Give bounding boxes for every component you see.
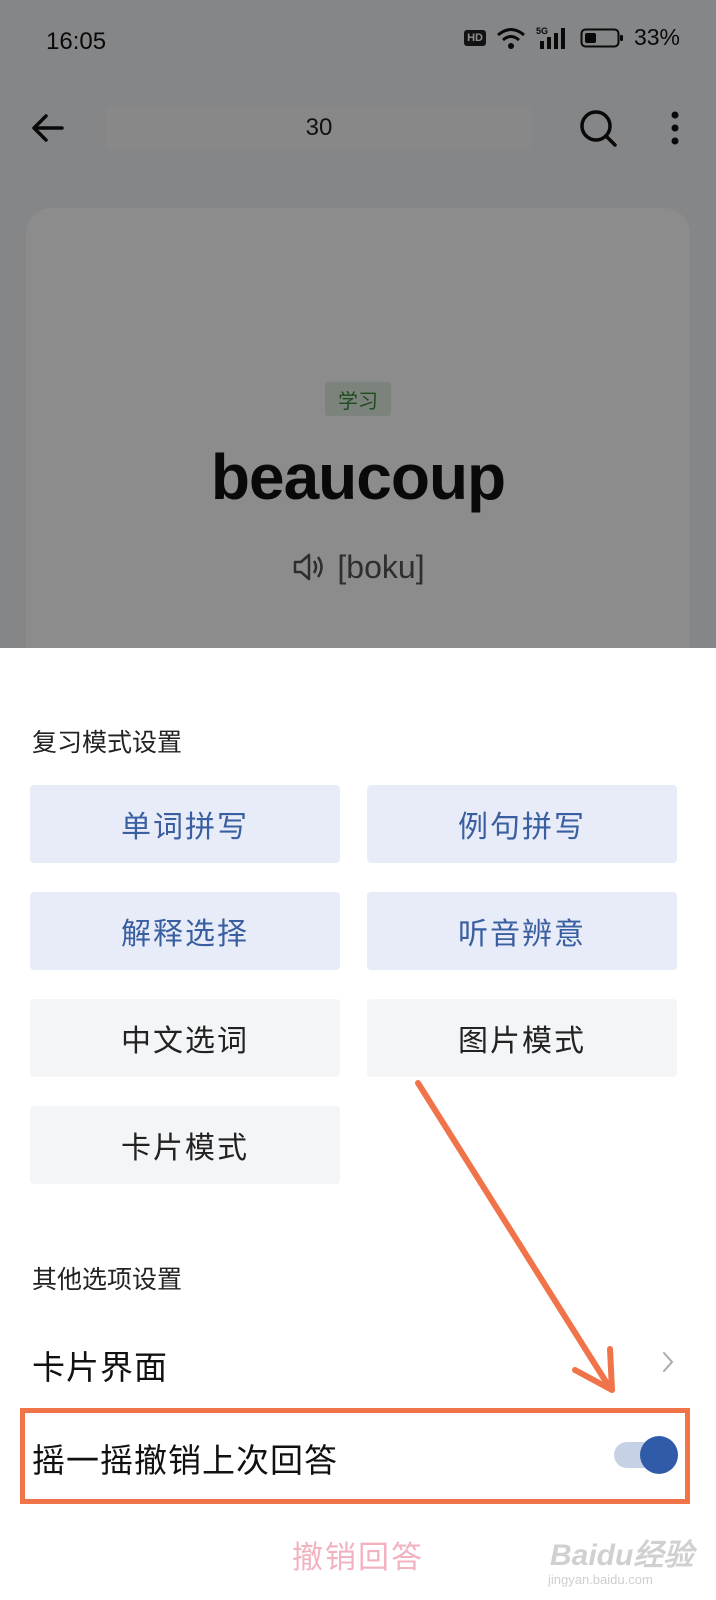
- card-interface-label: 卡片界面: [32, 1348, 168, 1387]
- other-options-section-title: 其他选项设置: [32, 1265, 183, 1294]
- review-mode-section-title: 复习模式设置: [32, 728, 183, 757]
- mode-chinese-choice-button[interactable]: 中文选词: [30, 999, 340, 1077]
- watermark-main: Baidu经验: [550, 1539, 694, 1572]
- mode-word-spelling-button[interactable]: 单词拼写: [30, 785, 340, 863]
- baidu-watermark: Baidu经验 jingyan.baidu.com: [548, 1516, 716, 1596]
- app-background: 16:05 HD 5G 33% 30 学习 beaucoup [boku]: [0, 0, 716, 648]
- card-interface-row[interactable]: 卡片界面: [0, 1319, 716, 1405]
- mode-definition-choice-button[interactable]: 解释选择: [30, 892, 340, 970]
- chevron-right-icon: [663, 1352, 674, 1372]
- mode-picture-button[interactable]: 图片模式: [367, 999, 677, 1077]
- mode-sentence-spelling-button[interactable]: 例句拼写: [367, 785, 677, 863]
- annotation-highlight-box: [20, 1408, 690, 1504]
- mode-card-button[interactable]: 卡片模式: [30, 1106, 340, 1184]
- watermark-url: jingyan.baidu.com: [548, 1572, 653, 1587]
- mode-listening-button[interactable]: 听音辨意: [367, 892, 677, 970]
- modal-dim-overlay[interactable]: [0, 0, 716, 648]
